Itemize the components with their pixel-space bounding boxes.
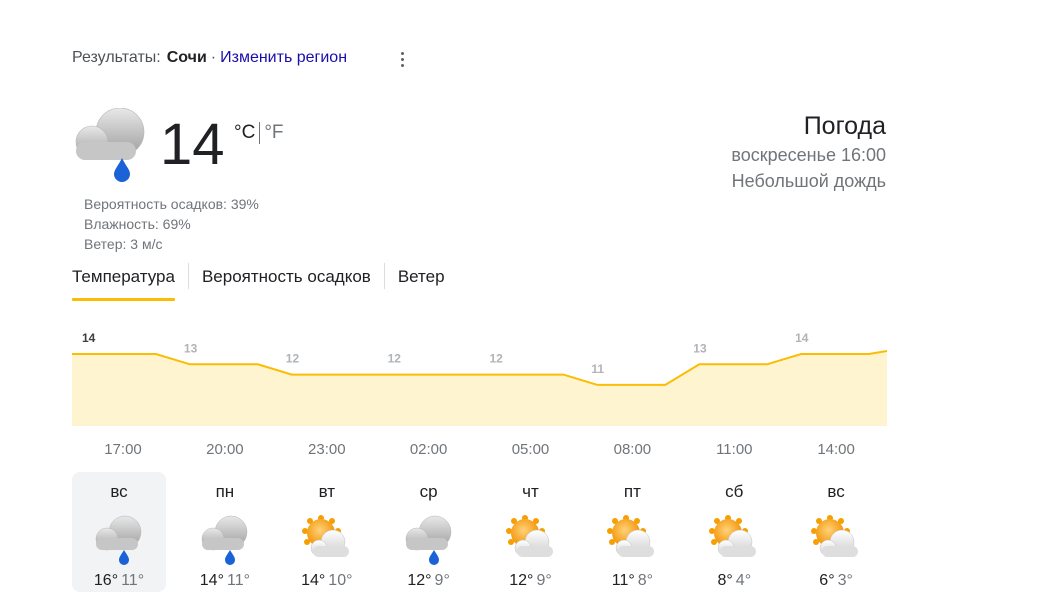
- time-label: 14:00: [817, 441, 855, 458]
- rain-cloud-icon: [72, 107, 150, 186]
- time-label: 20:00: [206, 441, 244, 458]
- day-temperatures: 8° 4°: [687, 572, 781, 590]
- unit-celsius[interactable]: °C: [234, 122, 255, 144]
- rain-cloud-icon: [91, 512, 147, 568]
- more-options-icon[interactable]: [392, 50, 412, 70]
- chart-value-label: 12: [286, 352, 300, 366]
- day-high: 14°: [301, 572, 326, 589]
- day-name: вс: [110, 482, 128, 501]
- day-high: 12°: [509, 572, 534, 589]
- day-forecast-7[interactable]: вс 6° 3°: [789, 472, 883, 592]
- sun-behind-cloud-icon: [299, 512, 355, 568]
- time-label: 05:00: [511, 441, 550, 458]
- time-label: 11:00: [716, 441, 753, 458]
- tab-temperature[interactable]: Температура: [72, 263, 175, 301]
- day-forecast-2[interactable]: вт 14° 10°: [280, 472, 374, 592]
- unit-divider: [259, 122, 261, 144]
- day-low: 3°: [837, 572, 853, 589]
- time-label: 02:00: [409, 441, 448, 458]
- chart-value-label: 13: [693, 341, 707, 355]
- sun-behind-cloud-icon: [503, 512, 559, 568]
- sun-behind-cloud-icon: [706, 512, 762, 568]
- day-high: 14°: [199, 572, 224, 589]
- day-name: чт: [522, 482, 539, 501]
- chart-value-label: 14: [795, 331, 809, 345]
- day-low: 9°: [536, 572, 552, 589]
- results-separator: ·: [210, 49, 217, 66]
- day-high: 6°: [819, 572, 835, 589]
- day-name: вт: [318, 482, 336, 501]
- day-forecast-0[interactable]: вс 16° 11°: [72, 472, 166, 592]
- chart-value-label: 12: [490, 352, 504, 366]
- day-name: сб: [725, 482, 744, 501]
- time-axis: 17:00 20:00 23:00 02:00 05:00 08:00 11:00 14:00: [72, 441, 887, 461]
- day-low: 8°: [637, 572, 654, 589]
- results-label: Результаты:: [72, 49, 161, 66]
- day-forecast-1[interactable]: пн 14° 11°: [178, 472, 272, 592]
- day-low: 11°: [121, 572, 145, 589]
- sun-behind-cloud-icon: [808, 512, 864, 568]
- time-label: 17:00: [104, 441, 142, 458]
- day-high: 12°: [407, 572, 432, 589]
- day-high: 8°: [717, 572, 733, 589]
- chart-value-label: 11: [591, 362, 604, 376]
- weather-title: Погода: [803, 112, 886, 140]
- chart-area: [72, 351, 887, 426]
- day-name: вс: [827, 482, 845, 501]
- day-forecast-4[interactable]: чт 12° 9°: [484, 472, 578, 592]
- day-forecast-5[interactable]: пт 11° 8°: [585, 472, 679, 592]
- day-low: 4°: [735, 572, 752, 589]
- day-forecast-6[interactable]: сб 8° 4°: [687, 472, 781, 592]
- weather-details: Вероятность осадков: 39% Влажность: 69% …: [84, 194, 259, 254]
- humidity: Влажность: 69%: [84, 216, 191, 232]
- rain-cloud-icon: [401, 512, 457, 568]
- day-temperatures: 16° 11°: [72, 572, 166, 590]
- time-label: 23:00: [308, 441, 346, 458]
- rain-cloud-icon: [197, 512, 253, 568]
- time-label: 08:00: [613, 441, 652, 458]
- day-forecast-3[interactable]: ср 12° 9°: [382, 472, 476, 592]
- day-name: пт: [623, 482, 641, 501]
- day-low: 9°: [434, 572, 450, 589]
- day-name: ср: [419, 482, 438, 501]
- results-city: Сочи: [166, 49, 207, 66]
- chart-value-label: 14: [82, 331, 96, 345]
- tab-precipitation[interactable]: Вероятность осадков: [202, 263, 371, 299]
- day-temperatures: 12° 9°: [484, 572, 578, 590]
- precipitation-probability: Вероятность осадков: 39%: [84, 196, 259, 212]
- chart-value-label: 13: [184, 341, 198, 355]
- weather-datetime: воскресенье 16:00: [731, 145, 886, 165]
- day-high: 16°: [93, 572, 119, 589]
- temperature-chart: 14 13 12 12 12 11 13 14: [72, 331, 887, 426]
- wind-speed: Ветер: 3 м/с: [84, 236, 163, 252]
- day-temperatures: 14° 11°: [178, 572, 272, 590]
- chart-value-label: 12: [388, 352, 402, 366]
- unit-fahrenheit[interactable]: °F: [264, 122, 283, 144]
- tab-divider: [187, 263, 189, 289]
- current-temperature: 14: [160, 112, 225, 177]
- tab-wind[interactable]: Ветер: [398, 263, 445, 299]
- day-low: 11°: [226, 572, 250, 589]
- day-temperatures: 14° 10°: [280, 572, 374, 590]
- day-temperatures: 11° 8°: [585, 572, 679, 590]
- day-name: пн: [215, 482, 235, 501]
- day-high: 11°: [611, 572, 635, 589]
- results-line: Результаты: Сочи · Изменить регион: [72, 49, 347, 67]
- sun-behind-cloud-icon: [604, 512, 660, 568]
- chart-tabs: Температура Вероятность осадков Ветер: [72, 263, 445, 301]
- weather-condition: Небольшой дождь: [731, 171, 886, 191]
- day-low: 10°: [328, 572, 353, 589]
- daily-forecast: вс 16° 11° пн 14° 11° вт 14° 10° ср 12° …: [72, 472, 887, 592]
- day-temperatures: 6° 3°: [789, 572, 883, 590]
- day-temperatures: 12° 9°: [382, 572, 476, 590]
- unit-toggle: °C °F: [234, 122, 284, 144]
- weather-summary: Погода воскресенье 16:00 Небольшой дождь: [731, 110, 886, 194]
- change-region-link[interactable]: Изменить регион: [220, 49, 347, 67]
- tab-divider: [383, 263, 385, 289]
